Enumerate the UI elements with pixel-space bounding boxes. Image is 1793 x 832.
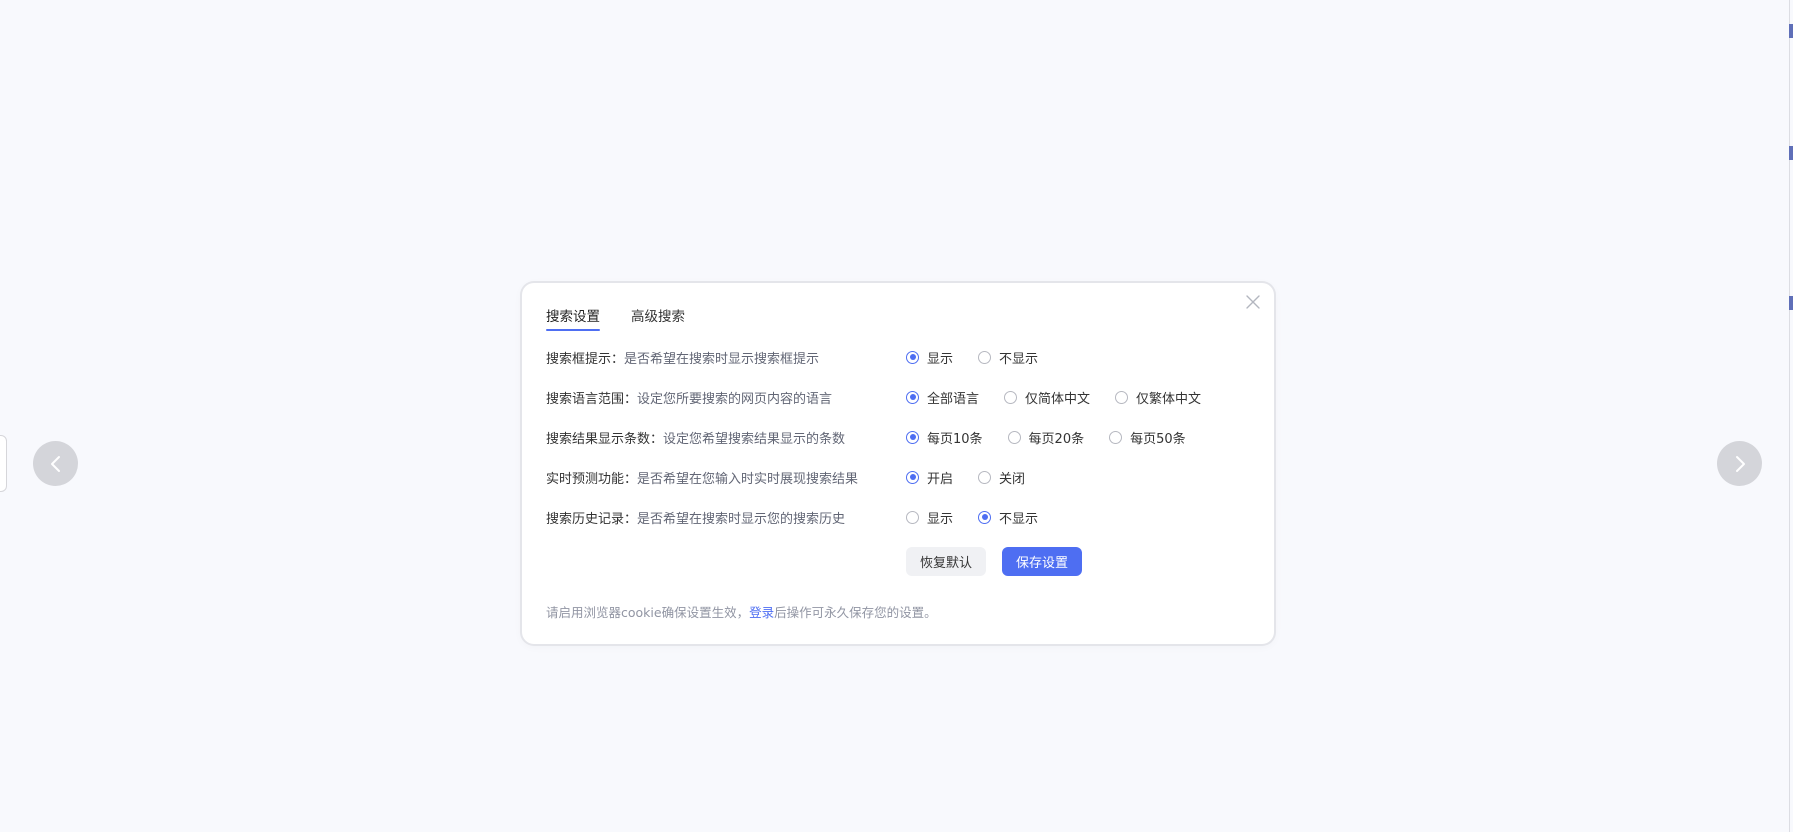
radio-label: 不显示 — [999, 351, 1039, 367]
next-arrow-button[interactable] — [1717, 441, 1762, 486]
radio-label: 每页20条 — [1028, 431, 1085, 447]
radio-unchecked-icon[interactable] — [1115, 390, 1129, 404]
side-edge-tab[interactable] — [0, 435, 7, 492]
radio-unchecked-icon[interactable] — [1007, 430, 1021, 444]
setting-label: 搜索框提示：是否希望在搜索时显示搜索框提示 — [546, 348, 906, 367]
radio-option-show[interactable]: 显示 — [906, 508, 953, 527]
tab-advanced-search[interactable]: 高级搜索 — [631, 303, 685, 331]
setting-description: 设定您所要搜索的网页内容的语言 — [637, 391, 833, 407]
setting-title: 搜索语言范围： — [546, 391, 638, 407]
setting-label: 实时预测功能：是否希望在您输入时实时展现搜索结果 — [546, 468, 906, 487]
right-edge-divider — [1789, 0, 1790, 832]
setting-row-search-suggestions: 搜索框提示：是否希望在搜索时显示搜索框提示 显示 不显示 — [546, 337, 1250, 377]
radio-option-show[interactable]: 显示 — [906, 348, 953, 367]
restore-defaults-button[interactable]: 恢复默认 — [906, 547, 986, 576]
radio-label: 显示 — [927, 511, 954, 527]
setting-title: 搜索结果显示条数： — [546, 431, 664, 447]
radio-option-hide[interactable]: 不显示 — [978, 508, 1038, 527]
settings-tabs: 搜索设置 高级搜索 — [546, 303, 1250, 331]
radio-checked-icon[interactable] — [906, 390, 919, 404]
footer-text-after: 后操作可永久保存您的设置。 — [774, 605, 937, 620]
chevron-right-icon — [1735, 455, 1745, 472]
radio-unchecked-icon[interactable] — [978, 470, 992, 484]
save-settings-button[interactable]: 保存设置 — [1002, 547, 1082, 576]
footer-text-before: 请启用浏览器cookie确保设置生效， — [546, 605, 750, 620]
radio-label: 仅繁体中文 — [1136, 391, 1202, 407]
radio-option-traditional-chinese[interactable]: 仅繁体中文 — [1115, 388, 1201, 407]
setting-description: 是否希望在您输入时实时展现搜索结果 — [637, 471, 859, 487]
radio-label: 每页50条 — [1130, 431, 1186, 447]
radio-option-off[interactable]: 关闭 — [978, 468, 1025, 487]
setting-description: 是否希望在搜索时显示您的搜索历史 — [637, 511, 846, 527]
setting-label: 搜索结果显示条数：设定您希望搜索结果显示的条数 — [546, 428, 906, 447]
tab-search-settings[interactable]: 搜索设置 — [546, 303, 600, 331]
radio-group: 显示 不显示 — [906, 508, 1063, 527]
setting-title: 搜索历史记录： — [546, 511, 638, 527]
setting-label: 搜索历史记录：是否希望在搜索时显示您的搜索历史 — [546, 508, 906, 527]
setting-row-search-history: 搜索历史记录：是否希望在搜索时显示您的搜索历史 显示 不显示 — [546, 497, 1250, 537]
login-link[interactable]: 登录 — [749, 605, 774, 620]
radio-group: 全部语言 仅简体中文 仅繁体中文 — [906, 388, 1226, 407]
chevron-left-icon — [50, 455, 60, 472]
setting-label: 搜索语言范围：设定您所要搜索的网页内容的语言 — [546, 388, 906, 407]
radio-group: 显示 不显示 — [906, 348, 1063, 367]
radio-label: 每页10条 — [927, 431, 983, 447]
setting-description: 是否希望在搜索时显示搜索框提示 — [624, 351, 820, 367]
radio-label: 显示 — [927, 351, 954, 367]
right-edge-marker — [1789, 146, 1793, 160]
right-edge-marker — [1789, 296, 1793, 310]
search-settings-dialog: 搜索设置 高级搜索 搜索框提示：是否希望在搜索时显示搜索框提示 显示 不显示 搜… — [522, 283, 1274, 644]
radio-label: 不显示 — [999, 511, 1039, 527]
radio-unchecked-icon[interactable] — [978, 350, 992, 364]
radio-unchecked-icon[interactable] — [906, 510, 919, 524]
radio-label: 仅简体中文 — [1025, 391, 1091, 407]
action-buttons: 恢复默认 保存设置 — [906, 547, 1250, 576]
setting-description: 设定您希望搜索结果显示的条数 — [663, 431, 846, 447]
radio-option-50-per-page[interactable]: 每页50条 — [1109, 428, 1186, 447]
radio-label: 关闭 — [999, 471, 1026, 487]
radio-group: 每页10条 每页20条 每页50条 — [906, 428, 1211, 447]
setting-row-language: 搜索语言范围：设定您所要搜索的网页内容的语言 全部语言 仅简体中文 仅繁体中文 — [546, 377, 1250, 417]
radio-unchecked-icon[interactable] — [1004, 390, 1018, 404]
close-button[interactable] — [1244, 293, 1262, 311]
footer-note: 请启用浏览器cookie确保设置生效，登录后操作可永久保存您的设置。 — [546, 602, 1250, 621]
radio-checked-icon[interactable] — [906, 350, 919, 364]
prev-arrow-button[interactable] — [33, 441, 78, 486]
radio-checked-icon[interactable] — [978, 510, 992, 524]
page: 搜索设置 高级搜索 搜索框提示：是否希望在搜索时显示搜索框提示 显示 不显示 搜… — [0, 0, 1793, 832]
setting-row-results-per-page: 搜索结果显示条数：设定您希望搜索结果显示的条数 每页10条 每页20条 每页50… — [546, 417, 1250, 457]
radio-checked-icon[interactable] — [906, 470, 919, 484]
right-edge-marker — [1789, 24, 1793, 38]
radio-group: 开启 关闭 — [906, 468, 1050, 487]
setting-title: 实时预测功能： — [546, 471, 638, 487]
radio-option-20-per-page[interactable]: 每页20条 — [1007, 428, 1085, 447]
radio-option-10-per-page[interactable]: 每页10条 — [906, 428, 983, 447]
radio-option-hide[interactable]: 不显示 — [978, 348, 1038, 367]
radio-unchecked-icon[interactable] — [1109, 430, 1123, 444]
radio-option-on[interactable]: 开启 — [906, 468, 953, 487]
radio-option-simplified-chinese[interactable]: 仅简体中文 — [1004, 388, 1090, 407]
radio-checked-icon[interactable] — [906, 430, 919, 444]
setting-title: 搜索框提示： — [546, 351, 625, 367]
radio-label: 全部语言 — [927, 391, 980, 407]
setting-row-realtime-prediction: 实时预测功能：是否希望在您输入时实时展现搜索结果 开启 关闭 — [546, 457, 1250, 497]
settings-rows: 搜索框提示：是否希望在搜索时显示搜索框提示 显示 不显示 搜索语言范围：设定您所… — [546, 337, 1250, 537]
radio-label: 开启 — [927, 471, 954, 487]
radio-option-all-languages[interactable]: 全部语言 — [906, 388, 979, 407]
close-icon — [1246, 295, 1260, 309]
